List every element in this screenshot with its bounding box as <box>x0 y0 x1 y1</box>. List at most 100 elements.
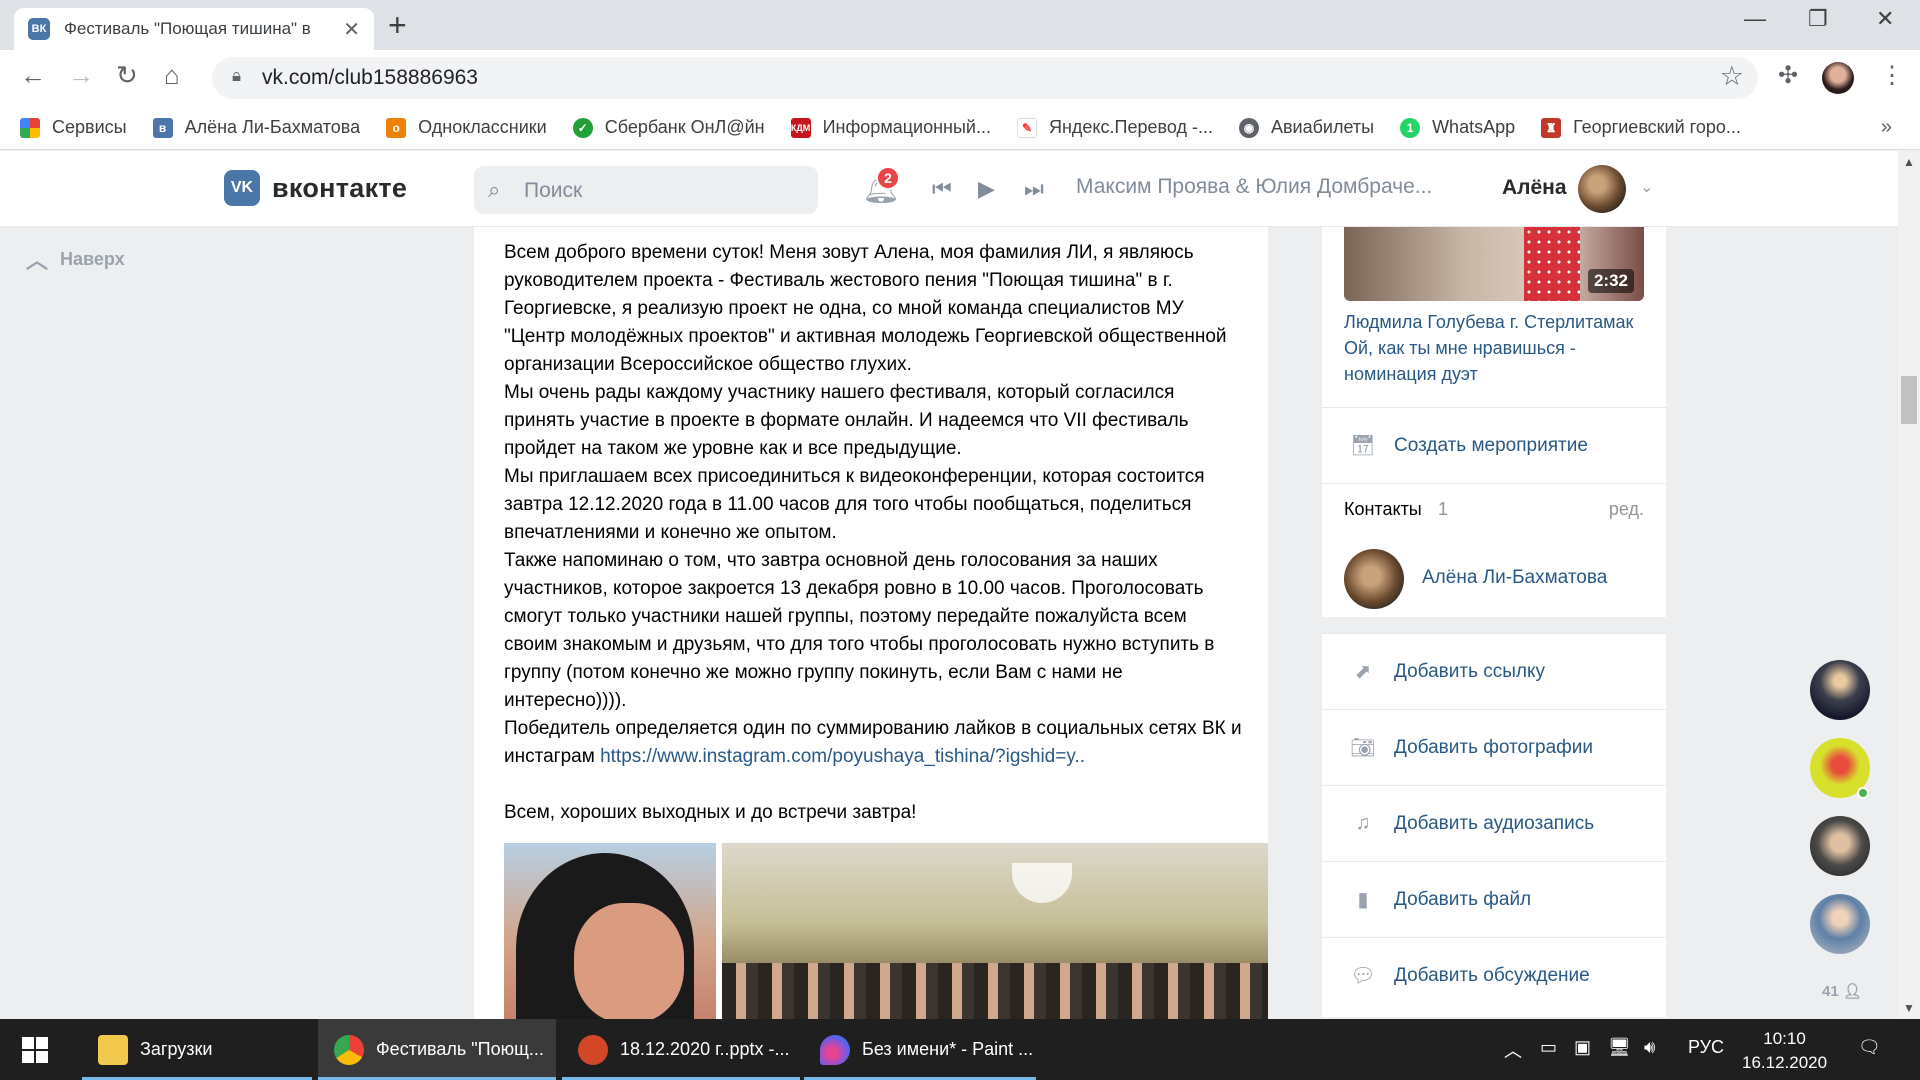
create-event-button[interactable]: 📅︎ Создать мероприятие <box>1322 407 1666 483</box>
video-title-link[interactable]: Людмила Голубева г. Стерлитамак Ой, как … <box>1344 309 1644 387</box>
post-paragraph: Победитель определяется один по суммиров… <box>504 715 1244 771</box>
next-track-icon[interactable]: ⏭ <box>1024 176 1044 202</box>
tray-antivirus-icon[interactable]: ▣ <box>1574 1037 1591 1058</box>
action-label: Добавить фотографии <box>1394 736 1594 758</box>
restore-window-icon[interactable]: ❐ <box>1808 6 1828 32</box>
bookmark-item[interactable]: ♜ Георгиевский горо... <box>1541 117 1741 138</box>
tab-close-icon[interactable]: ✕ <box>343 17 360 42</box>
bookmark-item[interactable]: Сервисы <box>20 117 127 138</box>
address-bar[interactable]: 🔒︎ vk.com/club158886963 ☆ <box>212 57 1758 99</box>
bookmark-item[interactable]: ✓ Сбербанк ОнЛ@йн <box>572 117 765 138</box>
home-icon[interactable]: ⌂ <box>164 60 180 91</box>
extensions-icon[interactable]: ✣ <box>1778 61 1798 90</box>
keyboard-language[interactable]: РУС <box>1688 1037 1724 1058</box>
bookmark-star-icon[interactable]: ☆ <box>1720 61 1744 92</box>
bookmark-item[interactable]: о Одноклассники <box>386 117 547 138</box>
minimize-window-icon[interactable]: — <box>1744 6 1766 32</box>
add-file-button[interactable]: ▮ Добавить файл <box>1322 861 1666 937</box>
user-name[interactable]: Алёна <box>1502 176 1567 200</box>
photo-chandelier-shape <box>1012 863 1072 903</box>
vk-search-input[interactable]: ⌕ Поиск <box>474 166 818 214</box>
scroll-up-arrow-icon[interactable]: ▲ <box>1903 155 1915 169</box>
url-text[interactable]: vk.com/club158886963 <box>262 66 478 90</box>
scrollbar-thumb[interactable] <box>1901 376 1917 424</box>
close-window-icon[interactable]: ✕ <box>1876 6 1894 32</box>
bookmark-item[interactable]: КДМ Информационный... <box>790 117 991 138</box>
post-photo-portrait[interactable] <box>504 843 716 1019</box>
play-icon[interactable]: ▶ <box>978 176 995 202</box>
tab-title: Фестиваль "Поющая тишина" в <box>64 19 311 38</box>
menu-kebab-icon[interactable]: ⋮ <box>1880 61 1904 90</box>
bookmark-item[interactable]: ✎ Яндекс.Перевод -... <box>1016 117 1213 138</box>
clock-date: 16.12.2020 <box>1742 1053 1828 1072</box>
action-label: Добавить аудиозапись <box>1394 812 1595 834</box>
contacts-heading[interactable]: Контакты <box>1344 499 1422 520</box>
notifications-center-icon[interactable]: 🗨︎ <box>1858 1037 1881 1058</box>
music-note-icon: ♫ <box>1355 812 1371 834</box>
tray-overflow-chevron-icon[interactable]: ︿ <box>1504 1037 1522 1063</box>
friend-avatar[interactable] <box>1810 816 1870 876</box>
contact-avatar[interactable] <box>1344 549 1404 609</box>
friend-avatar[interactable] <box>1810 894 1870 954</box>
action-label: Добавить обсуждение <box>1394 964 1590 986</box>
page-scrollbar[interactable]: ▲ ▼ <box>1898 151 1920 1019</box>
calendar-icon: 📅︎ <box>1350 435 1376 457</box>
video-thumbnail[interactable]: 2:32 <box>1344 227 1644 301</box>
volume-icon[interactable]: 🔊︎ <box>1644 1037 1655 1058</box>
post-paragraph: Мы приглашаем всех присоединиться к виде… <box>504 466 1205 543</box>
scroll-down-arrow-icon[interactable]: ▼ <box>1903 1001 1915 1015</box>
taskbar-item-chrome[interactable]: Фестиваль "Поющ... <box>318 1019 556 1080</box>
post-spacer <box>504 771 1244 799</box>
friend-avatar[interactable] <box>1810 660 1870 720</box>
bookmark-label: Одноклассники <box>418 117 547 137</box>
post-paragraph: Всем доброго времени суток! Меня зовут А… <box>504 242 1227 375</box>
bookmark-item[interactable]: в Алёна Ли-Бахматова <box>152 117 360 138</box>
now-playing-track[interactable]: Максим Проява & Юлия Домбраче... <box>1076 175 1432 199</box>
bookmark-label: WhatsApp <box>1432 117 1516 137</box>
contacts-edit-link[interactable]: ред. <box>1609 499 1644 520</box>
add-discussion-button[interactable]: 💬︎ Добавить обсуждение <box>1322 937 1666 1013</box>
bookmark-label: Яндекс.Перевод -... <box>1048 117 1213 137</box>
apps-grid-icon <box>20 117 40 138</box>
vk-icon: в <box>152 117 173 138</box>
vk-favicon-icon: ВК <box>28 18 50 40</box>
network-icon[interactable]: 🖥︎ <box>1608 1037 1631 1058</box>
previous-track-icon[interactable]: ⏮ <box>932 176 952 202</box>
vk-logo[interactable]: VK вконтакте <box>224 170 407 206</box>
chevron-down-icon[interactable]: ⌄ <box>1640 177 1653 197</box>
instagram-link[interactable]: https://www.instagram.com/poyushaya_tish… <box>600 746 1085 767</box>
folder-icon <box>98 1034 128 1065</box>
contact-name-link[interactable]: Алёна Ли-Бахматова <box>1422 567 1607 589</box>
post-photo-group[interactable] <box>722 843 1268 1019</box>
profile-avatar[interactable] <box>1822 62 1854 94</box>
browser-tab-active[interactable]: ВК Фестиваль "Поющая тишина" в ✕ <box>14 8 374 50</box>
taskbar-item-label: Без имени* - Paint ... <box>862 1039 1034 1059</box>
tray-device-icon[interactable]: ▭ <box>1540 1037 1557 1058</box>
windows-start-icon[interactable] <box>22 1037 48 1063</box>
taskbar-item-paint[interactable]: Без имени* - Paint ... <box>804 1019 1036 1080</box>
taskbar-item-powerpoint[interactable]: 18.12.2020 г..pptx -... <box>562 1019 800 1080</box>
user-avatar[interactable] <box>1578 165 1626 213</box>
new-tab-button[interactable]: + <box>388 8 407 42</box>
action-label: Добавить ссылку <box>1394 660 1546 682</box>
bookmarks-overflow-icon[interactable]: » <box>1881 116 1892 139</box>
reload-icon[interactable]: ↻ <box>116 60 138 91</box>
add-audio-button[interactable]: ♫ Добавить аудиозапись <box>1322 785 1666 861</box>
bookmark-label: Сервисы <box>52 117 127 137</box>
bookmark-label: Георгиевский горо... <box>1573 117 1741 137</box>
video-duration: 2:32 <box>1587 269 1634 293</box>
taskbar-clock[interactable]: 10:10 16.12.2020 <box>1742 1027 1827 1075</box>
scroll-to-top-link[interactable]: ︿ Наверх <box>26 243 125 275</box>
bookmark-item[interactable]: 1 WhatsApp <box>1400 117 1515 138</box>
clock-time: 10:10 <box>1763 1029 1806 1048</box>
sber-icon: ✓ <box>572 117 593 138</box>
coat-of-arms-icon: ♜ <box>1541 117 1562 138</box>
add-link-button[interactable]: ⬈ Добавить ссылку <box>1322 633 1666 709</box>
taskbar-item-downloads[interactable]: Загрузки <box>82 1019 312 1080</box>
bookmark-item[interactable]: ◉ Авиабилеты <box>1238 117 1374 138</box>
back-icon[interactable]: ← <box>20 60 46 91</box>
add-content-block: ⬈ Добавить ссылку 📷︎ Добавить фотографии… <box>1322 633 1666 1017</box>
forward-icon[interactable]: → <box>68 60 94 91</box>
friends-online-count[interactable]: 41 👤︎ <box>1822 982 1862 1000</box>
add-photos-button[interactable]: 📷︎ Добавить фотографии <box>1322 709 1666 785</box>
